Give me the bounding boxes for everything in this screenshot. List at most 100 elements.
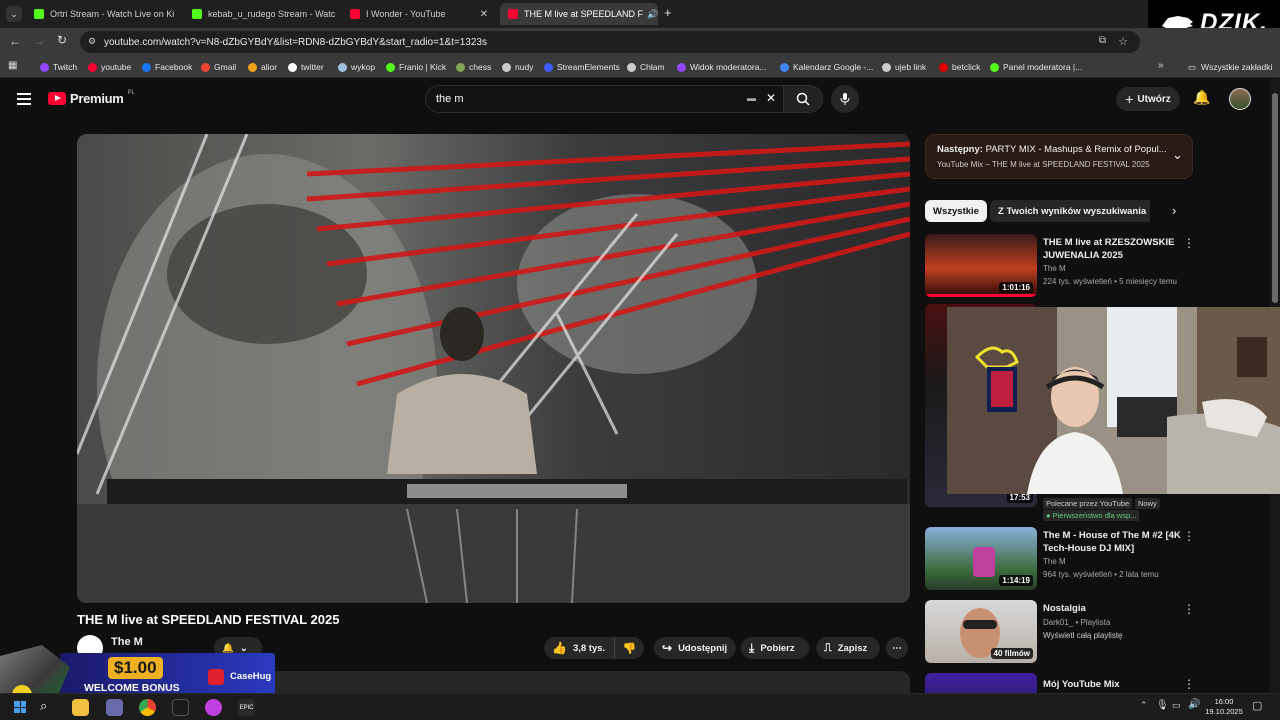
- clear-search-icon[interactable]: ✕: [766, 91, 776, 105]
- more-actions-button[interactable]: ⋯: [886, 637, 908, 659]
- save-button[interactable]: ⎍ Zapisz: [816, 637, 880, 659]
- download-button[interactable]: ⤓ Pobierz: [741, 637, 809, 659]
- list-item[interactable]: Mój YouTube Mix ⋮: [925, 673, 1195, 693]
- chip-from-search[interactable]: Z Twoich wyników wyszukiwania: [990, 200, 1155, 222]
- all-bookmarks[interactable]: ▭ Wszystkie zakładki: [1188, 60, 1272, 74]
- share-button[interactable]: ↪ Udostępnij: [654, 637, 736, 659]
- bookmark-16[interactable]: Panel moderatora |...: [990, 60, 1082, 74]
- tray-chevron-icon[interactable]: ⌃: [1140, 700, 1148, 711]
- bookmark-15[interactable]: betclick: [939, 60, 980, 74]
- volume-icon[interactable]: 🔊: [1188, 699, 1200, 710]
- bookmark-9[interactable]: nudy: [502, 60, 533, 74]
- more-vertical-icon[interactable]: ⋮: [1183, 529, 1195, 543]
- bookmark-7[interactable]: Franio | Kick: [386, 60, 446, 74]
- close-icon[interactable]: ✕: [174, 9, 180, 20]
- chevron-right-icon[interactable]: ›: [1172, 203, 1176, 218]
- windows-start-icon[interactable]: [14, 701, 26, 713]
- bookmark-8[interactable]: chess: [456, 60, 491, 74]
- chip-all[interactable]: Wszystkie: [925, 200, 987, 222]
- list-item[interactable]: 40 filmów Nostalgia Dark01_ • Playlista …: [925, 600, 1195, 666]
- sunglasses-figure: [963, 620, 997, 629]
- bookmark-14[interactable]: ujeb link: [882, 60, 926, 74]
- logo-text: Premium: [70, 91, 124, 106]
- new-tab-icon[interactable]: +: [664, 5, 672, 20]
- bookmark-3[interactable]: Gmail: [201, 60, 236, 74]
- reload-icon[interactable]: ↻: [57, 33, 67, 47]
- bookmark-1[interactable]: youtube: [88, 60, 131, 74]
- epic-games-icon[interactable]: EPIC: [238, 699, 255, 716]
- tab-1[interactable]: kebab_u_rudego Stream - Watc ✕: [184, 3, 338, 25]
- bookmark-0[interactable]: Twitch: [40, 60, 77, 74]
- tab-list-chevron-icon[interactable]: ⌄: [6, 6, 22, 22]
- close-icon[interactable]: ✕: [474, 9, 488, 20]
- menu-icon[interactable]: [17, 93, 31, 105]
- thumbnail[interactable]: 1:01:16: [925, 234, 1037, 297]
- notifications-bell-icon[interactable]: 🔔: [1193, 89, 1210, 106]
- bookmark-icon: ⎍: [824, 641, 832, 654]
- bookmark-label: Kalendarz Google -...: [793, 62, 874, 72]
- video-player[interactable]: [77, 134, 910, 603]
- file-explorer-icon[interactable]: [72, 699, 89, 716]
- search-input[interactable]: the m ▬ ✕: [425, 85, 785, 113]
- tab-0[interactable]: Ortri Stream - Watch Live on Ki ✕: [26, 3, 180, 25]
- app-icon[interactable]: [172, 699, 189, 716]
- bookmark-6[interactable]: wykop: [338, 60, 375, 74]
- url-field[interactable]: ⚙ youtube.com/watch?v=N8-dZbGYBdY&list=R…: [80, 31, 1140, 53]
- casehug-ad-overlay[interactable]: $1.00 WELCOME BONUS CaseHug: [0, 645, 275, 705]
- like-button[interactable]: 👍 3,8 tys.: [544, 637, 614, 659]
- voice-search-button[interactable]: [831, 85, 859, 113]
- thumbnail[interactable]: 1:14:19: [925, 527, 1037, 590]
- bookmark-5[interactable]: twitter: [288, 60, 324, 74]
- chrome-icon[interactable]: [139, 699, 156, 716]
- clock[interactable]: 16:00 19.10.2025: [1204, 697, 1244, 717]
- rec-meta[interactable]: Wyświetl całą playlistę: [1043, 631, 1123, 640]
- close-icon[interactable]: ✕: [335, 9, 338, 20]
- app-icon[interactable]: [205, 699, 222, 716]
- app-icon[interactable]: [106, 699, 123, 716]
- create-button[interactable]: + Utwórz: [1116, 87, 1180, 111]
- bookmark-label: ujeb link: [895, 62, 927, 72]
- tab-title: THE M live at SPEEDLAND F: [524, 9, 644, 19]
- forward-icon[interactable]: →: [33, 34, 45, 48]
- bookmark-2[interactable]: Facebook: [142, 60, 192, 74]
- thumbnail[interactable]: 40 filmów: [925, 600, 1037, 663]
- more-bookmarks-icon[interactable]: »: [1158, 60, 1164, 71]
- bookmark-4[interactable]: alior: [248, 60, 277, 74]
- search-icon[interactable]: ⌕: [40, 698, 47, 714]
- bookmark-label: StreamElements: [557, 62, 620, 72]
- chevron-down-icon[interactable]: ⌄: [1172, 147, 1183, 163]
- speaker-icon[interactable]: 🔊: [647, 9, 658, 20]
- apps-grid-icon[interactable]: ▦: [8, 60, 17, 71]
- site-info-icon[interactable]: ⚙: [88, 36, 96, 47]
- tab-3-active[interactable]: THE M live at SPEEDLAND F 🔊 ✕: [500, 3, 658, 25]
- dj-figure: [973, 547, 995, 577]
- list-item[interactable]: 1:14:19 The M - House of The M #2 [4K Te…: [925, 527, 1195, 593]
- tab-2[interactable]: I Wonder - YouTube ✕: [342, 3, 496, 25]
- dislike-button[interactable]: 👎: [614, 637, 644, 659]
- search-button[interactable]: [783, 85, 823, 113]
- youtube-icon: [350, 9, 360, 19]
- back-icon[interactable]: ←: [9, 34, 21, 48]
- rec-title: Nostalgia: [1043, 603, 1086, 614]
- more-vertical-icon[interactable]: ⋮: [1183, 602, 1195, 616]
- bookmark-11[interactable]: Chłam: [627, 60, 665, 74]
- microphone-icon[interactable]: 🎙: [1156, 700, 1169, 711]
- playlist-count-badge: 40 filmów: [990, 648, 1033, 659]
- network-icon[interactable]: ▭: [1172, 700, 1181, 711]
- bookmark-13[interactable]: Kalendarz Google -...: [780, 60, 873, 74]
- more-vertical-icon[interactable]: ⋮: [1183, 677, 1195, 691]
- more-vertical-icon[interactable]: ⋮: [1183, 236, 1195, 250]
- bookmark-star-icon[interactable]: ☆: [1118, 35, 1128, 48]
- keyboard-icon[interactable]: ▬: [747, 93, 756, 103]
- youtube-premium-logo[interactable]: Premium PL: [48, 90, 135, 106]
- thumbnail[interactable]: [925, 673, 1037, 693]
- scrollbar-thumb[interactable]: [1272, 93, 1278, 303]
- list-item[interactable]: 1:01:16 THE M live at RZESZOWSKIE JUWENA…: [925, 234, 1195, 300]
- avatar[interactable]: [1229, 88, 1251, 110]
- tab-title: kebab_u_rudego Stream - Watc: [208, 9, 336, 19]
- install-app-icon[interactable]: ⧉: [1099, 35, 1106, 46]
- notification-center-icon[interactable]: ▢: [1252, 699, 1262, 712]
- bookmark-12[interactable]: Widok moderatora...: [677, 60, 767, 74]
- next-up-panel[interactable]: Następny: PARTY MIX - Mashups & Remix of…: [925, 134, 1193, 179]
- bookmark-10[interactable]: StreamElements: [544, 60, 620, 74]
